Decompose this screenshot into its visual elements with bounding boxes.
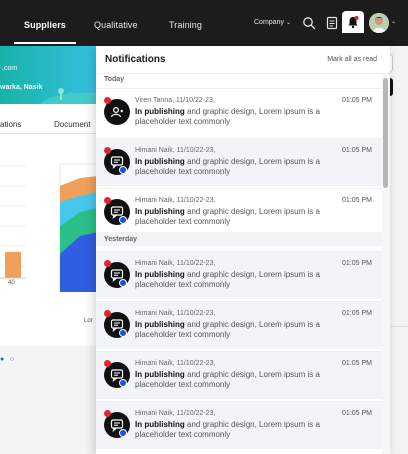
notification-time: 01:05 PM bbox=[342, 197, 372, 204]
company-label: Company bbox=[254, 19, 284, 26]
section-divider bbox=[96, 232, 382, 246]
banner-location: warka, Nasik bbox=[0, 84, 43, 91]
notification-bold-text: In publishing bbox=[135, 270, 185, 279]
notification-time: 01:05 PM bbox=[342, 147, 372, 154]
notification-item[interactable]: Himani Naik, 11/10/22-23, 01:05 PM In publ… bbox=[96, 188, 382, 236]
scrollbar-thumb[interactable] bbox=[383, 78, 388, 188]
notification-body: In publishing and graphic design, Lorem … bbox=[135, 107, 347, 127]
notification-item[interactable]: Himani Naik, 11/10/22-23, 01:05 PM In publ… bbox=[96, 401, 382, 449]
section-label: Today bbox=[104, 76, 125, 83]
avatar[interactable] bbox=[369, 13, 389, 33]
notification-bold-text: In publishing bbox=[135, 157, 185, 166]
nav-tab-suppliers[interactable]: Suppliers bbox=[14, 0, 76, 44]
bar-value-label: 40 bbox=[8, 280, 15, 286]
unread-dot bbox=[104, 97, 111, 104]
chevron-down-icon[interactable]: ⌄ bbox=[391, 18, 396, 25]
notification-item[interactable]: Himani Naik, 11/10/22-23, 01:05 PM In publ… bbox=[96, 301, 382, 349]
notification-meta: Himani Naik, 11/10/22-23, bbox=[135, 197, 216, 204]
top-nav: Suppliers Qualitative Training Company⌄ bbox=[0, 0, 408, 46]
notification-time: 01:05 PM bbox=[342, 97, 372, 104]
unread-dot bbox=[104, 410, 111, 417]
profile-banner: .com warka, Nasik bbox=[0, 46, 98, 104]
app-root: Suppliers Qualitative Training Company⌄ bbox=[0, 0, 408, 454]
notification-body: In publishing and graphic design, Lorem … bbox=[135, 370, 347, 390]
notification-meta: Himani Naik, 11/10/22-23, bbox=[135, 410, 216, 417]
notifications-button[interactable] bbox=[342, 11, 364, 33]
document-icon[interactable] bbox=[325, 16, 339, 30]
notification-time: 01:05 PM bbox=[342, 360, 372, 367]
notification-item[interactable]: Himani Naik, 11/10/22-23, 01:05 PM In publ… bbox=[96, 351, 382, 399]
panel-title: Notifications bbox=[105, 54, 166, 65]
nav-tab-training[interactable]: Training bbox=[169, 0, 202, 46]
company-dropdown[interactable]: Company ⌄ bbox=[254, 19, 291, 26]
tab-documents[interactable]: Document bbox=[54, 120, 90, 129]
section-label: Yesterday bbox=[104, 236, 138, 243]
notification-time: 01:05 PM bbox=[342, 260, 372, 267]
notification-item[interactable]: Viren Tanna, 11/10/22-23, 01:05 PM In publ… bbox=[96, 88, 382, 136]
background-tabs: ations Document bbox=[0, 104, 98, 134]
unread-dot bbox=[104, 260, 111, 267]
source-badge-icon bbox=[119, 329, 127, 337]
notification-bold-text: In publishing bbox=[135, 107, 185, 116]
panel-header: Notifications Mark all as read bbox=[96, 46, 390, 74]
notification-item[interactable]: Himani Naik, 11/10/22-23, 01:05 PM In publ… bbox=[96, 251, 382, 299]
notification-body: In publishing and graphic design, Lorem … bbox=[135, 270, 347, 290]
notification-bold-text: In publishing bbox=[135, 370, 185, 379]
background-charts bbox=[0, 163, 98, 292]
unread-dot bbox=[104, 360, 111, 367]
notification-bold-text: In publishing bbox=[135, 320, 185, 329]
banner-illustration bbox=[40, 88, 98, 104]
unread-dot bbox=[104, 310, 111, 317]
legend-ring: ○ bbox=[10, 356, 15, 363]
notification-body: In publishing and graphic design, Lorem … bbox=[135, 420, 347, 440]
search-icon[interactable] bbox=[302, 16, 316, 30]
unread-dot bbox=[104, 147, 111, 154]
notification-time: 01:05 PM bbox=[342, 410, 372, 417]
mark-all-read-link[interactable]: Mark all as read bbox=[327, 56, 377, 63]
chevron-down-icon: ⌄ bbox=[285, 20, 291, 26]
legend-dot: ● bbox=[0, 356, 5, 363]
notification-bold-text: In publishing bbox=[135, 207, 185, 216]
notifications-panel: Notifications Mark all as read Today Vire… bbox=[96, 46, 390, 454]
bell-icon bbox=[348, 16, 359, 29]
source-badge-icon bbox=[119, 279, 127, 287]
source-badge-icon bbox=[119, 166, 127, 174]
notification-meta: Himani Naik, 11/10/22-23, bbox=[135, 147, 216, 154]
unread-dot bbox=[104, 197, 111, 204]
notification-item[interactable]: Himani Naik, 11/10/22-23, 01:05 PM In publ… bbox=[96, 138, 382, 186]
notification-meta: Himani Naik, 11/10/22-23, bbox=[135, 260, 216, 267]
source-badge-icon bbox=[119, 216, 127, 224]
nav-tab-qualitative[interactable]: Qualitative bbox=[94, 0, 138, 46]
notification-time: 01:05 PM bbox=[342, 310, 372, 317]
notification-bold-text: In publishing bbox=[135, 420, 185, 429]
notification-body: In publishing and graphic design, Lorem … bbox=[135, 320, 347, 340]
notification-meta: Himani Naik, 11/10/22-23, bbox=[135, 310, 216, 317]
notification-body: In publishing and graphic design, Lorem … bbox=[135, 207, 347, 227]
source-badge-icon bbox=[119, 379, 127, 387]
notification-body: In publishing and graphic design, Lorem … bbox=[135, 157, 347, 177]
notification-meta: Himani Naik, 11/10/22-23, bbox=[135, 360, 216, 367]
notification-meta: Viren Tanna, 11/10/22-23, bbox=[135, 97, 215, 104]
background-text: Lor bbox=[84, 318, 93, 324]
source-badge-icon bbox=[119, 429, 127, 437]
scrollbar[interactable] bbox=[382, 74, 390, 454]
tab-operations[interactable]: ations bbox=[0, 120, 21, 129]
banner-email: .com bbox=[2, 65, 18, 72]
